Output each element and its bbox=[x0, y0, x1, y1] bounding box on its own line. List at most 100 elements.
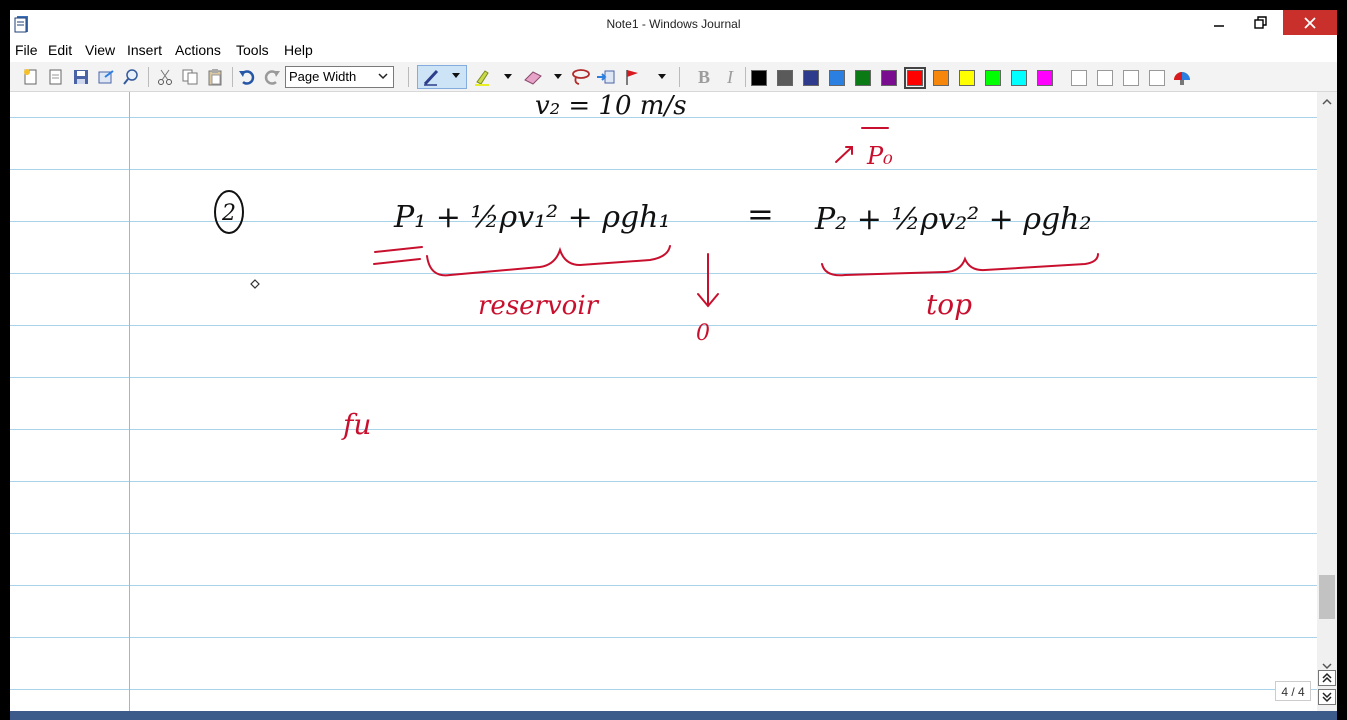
lasso-icon bbox=[572, 69, 590, 85]
redo-button[interactable] bbox=[261, 66, 283, 88]
menu-edit[interactable]: Edit bbox=[48, 42, 72, 58]
p0-arrow bbox=[835, 146, 853, 163]
page-indicator: 4 / 4 bbox=[1275, 681, 1311, 701]
new-page-button[interactable] bbox=[45, 66, 67, 88]
close-icon bbox=[1304, 16, 1316, 29]
reservoir-label: reservoir bbox=[478, 291, 600, 321]
eraser-dropdown[interactable] bbox=[547, 66, 569, 88]
pen-color-swatch[interactable] bbox=[777, 70, 793, 86]
cursor-marker bbox=[250, 279, 260, 289]
highlighter-button[interactable] bbox=[472, 66, 494, 88]
close-button[interactable] bbox=[1283, 10, 1337, 35]
pen-color-swatch[interactable] bbox=[751, 70, 767, 86]
pen-color-swatch[interactable] bbox=[1037, 70, 1053, 86]
search-icon bbox=[123, 69, 138, 85]
insert-space-button[interactable] bbox=[595, 66, 617, 88]
caret-down-icon bbox=[504, 74, 512, 79]
copy-icon bbox=[182, 69, 198, 85]
custom-color-swatch[interactable] bbox=[1149, 70, 1165, 86]
redo-icon bbox=[264, 70, 280, 85]
pen-color-swatch[interactable] bbox=[881, 70, 897, 86]
partial-word: fu bbox=[341, 408, 371, 441]
p1-double-underline bbox=[373, 246, 423, 265]
pen-icon bbox=[423, 69, 439, 86]
restore-icon bbox=[1254, 15, 1267, 29]
send-icon bbox=[98, 70, 114, 84]
pen-color-swatch[interactable] bbox=[959, 70, 975, 86]
toolbar-separator bbox=[232, 67, 233, 87]
paste-icon bbox=[208, 69, 222, 86]
menu-insert[interactable]: Insert bbox=[127, 42, 162, 58]
highlighter-dropdown[interactable] bbox=[497, 66, 519, 88]
custom-color-swatch[interactable] bbox=[1123, 70, 1139, 86]
flag-icon bbox=[626, 70, 638, 85]
vertical-scrollbar[interactable] bbox=[1317, 92, 1337, 716]
highlighter-icon bbox=[475, 70, 489, 86]
pen-color-swatch[interactable] bbox=[933, 70, 949, 86]
paste-button[interactable] bbox=[204, 66, 226, 88]
pen-color-swatch[interactable] bbox=[985, 70, 1001, 86]
copy-button[interactable] bbox=[179, 66, 201, 88]
caret-down-icon bbox=[452, 73, 460, 78]
undo-button[interactable] bbox=[236, 66, 258, 88]
scroll-up-icon[interactable] bbox=[1321, 96, 1333, 108]
menu-file[interactable]: File bbox=[15, 42, 38, 58]
taskbar bbox=[10, 711, 1337, 720]
maximize-button[interactable] bbox=[1245, 10, 1277, 35]
toolbar-separator bbox=[148, 67, 149, 87]
find-button[interactable] bbox=[120, 66, 142, 88]
menu-help[interactable]: Help bbox=[284, 42, 313, 58]
new-note-icon bbox=[24, 69, 37, 85]
flag-button[interactable] bbox=[622, 66, 644, 88]
pen-color-swatch[interactable] bbox=[904, 67, 926, 89]
caret-down-icon bbox=[554, 74, 562, 79]
pen-color-swatch[interactable] bbox=[803, 70, 819, 86]
h1-zero-label: 0 bbox=[696, 321, 710, 346]
bold-button[interactable]: B bbox=[693, 66, 715, 88]
send-button[interactable] bbox=[95, 66, 117, 88]
more-colors-button[interactable] bbox=[1171, 66, 1193, 88]
eraser-icon bbox=[524, 71, 542, 85]
scrollbar-thumb[interactable] bbox=[1319, 575, 1335, 619]
minimize-button[interactable] bbox=[1203, 10, 1235, 35]
undo-icon bbox=[239, 70, 255, 85]
menu-tools[interactable]: Tools bbox=[236, 42, 269, 58]
h1-down-arrow bbox=[697, 253, 719, 308]
pen-tool-group[interactable] bbox=[417, 65, 467, 89]
zoom-select[interactable]: Page Width bbox=[285, 66, 394, 88]
note-page[interactable]: v₂ = 10 m/s 2 P₁ + ½ρv₁² + ρgh₁ = P₂ + ½… bbox=[10, 92, 1317, 716]
window-title: Note1 - Windows Journal bbox=[606, 17, 741, 31]
menu-view[interactable]: View bbox=[85, 42, 115, 58]
save-button[interactable] bbox=[70, 66, 92, 88]
eraser-button[interactable] bbox=[522, 66, 544, 88]
equals-sign: = bbox=[747, 195, 774, 233]
reservoir-brace bbox=[426, 245, 671, 277]
double-chevron-down-icon bbox=[1322, 692, 1332, 703]
minimize-icon bbox=[1214, 24, 1224, 27]
italic-button[interactable]: I bbox=[719, 66, 741, 88]
title-bar: Note1 - Windows Journal bbox=[10, 10, 1337, 38]
zoom-select-value: Page Width bbox=[289, 69, 357, 84]
flag-dropdown[interactable] bbox=[651, 66, 673, 88]
scissors-icon bbox=[158, 69, 172, 85]
chevron-down-icon bbox=[378, 73, 388, 80]
next-page-button[interactable] bbox=[1318, 689, 1336, 705]
pen-color-swatch[interactable] bbox=[1011, 70, 1027, 86]
new-note-button[interactable] bbox=[20, 66, 42, 88]
custom-color-swatch[interactable] bbox=[1097, 70, 1113, 86]
insert-space-icon bbox=[597, 70, 615, 84]
pen-color-swatch[interactable] bbox=[855, 70, 871, 86]
top-label: top bbox=[926, 288, 972, 321]
menu-bar: File Edit View Insert Actions Tools Help bbox=[10, 38, 1337, 62]
custom-color-swatch[interactable] bbox=[1071, 70, 1087, 86]
cut-button[interactable] bbox=[154, 66, 176, 88]
save-icon bbox=[74, 70, 88, 84]
toolbar-separator bbox=[745, 67, 746, 87]
menu-actions[interactable]: Actions bbox=[175, 42, 221, 58]
equation-left: P₁ + ½ρv₁² + ρgh₁ bbox=[393, 200, 671, 235]
caret-down-icon bbox=[658, 74, 666, 79]
previous-page-button[interactable] bbox=[1318, 670, 1336, 686]
double-chevron-up-icon bbox=[1322, 672, 1332, 683]
lasso-button[interactable] bbox=[570, 66, 592, 88]
pen-color-swatch[interactable] bbox=[829, 70, 845, 86]
